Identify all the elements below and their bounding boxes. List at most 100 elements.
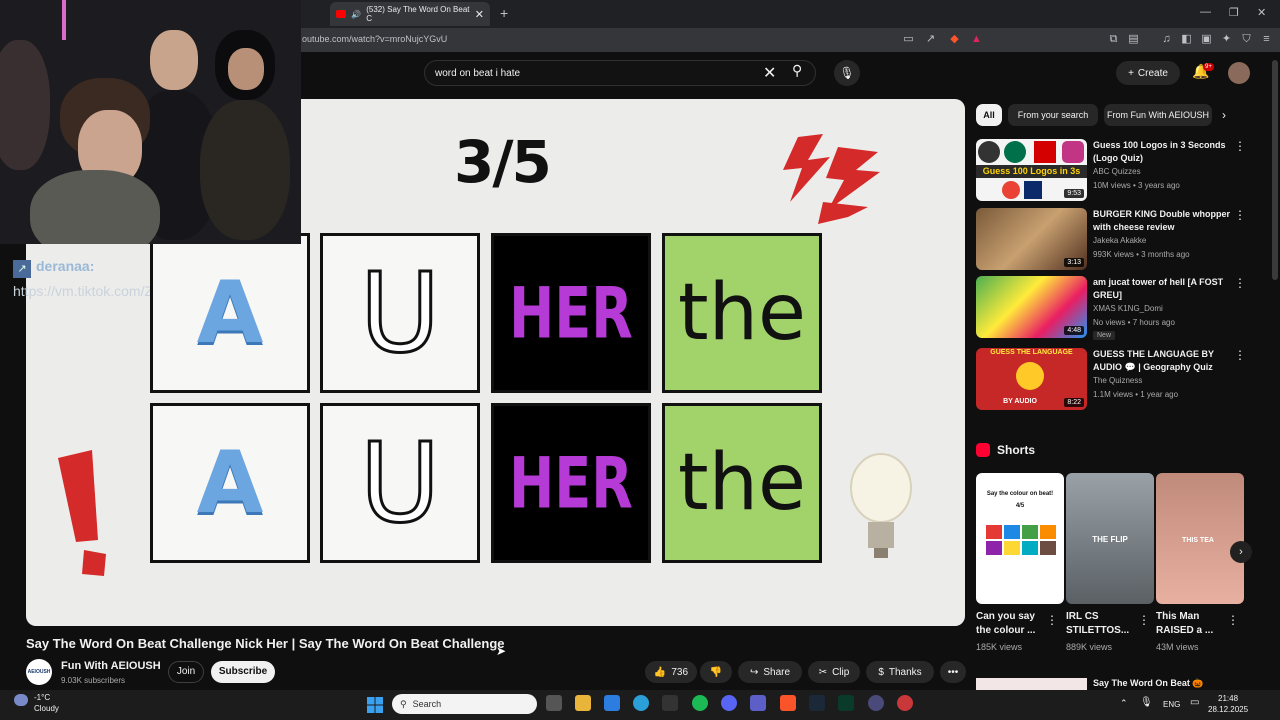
brave-rewards-icon[interactable]: ▲ bbox=[970, 33, 983, 46]
extensions-icon[interactable]: ⧉ bbox=[1107, 33, 1120, 46]
like-button[interactable]: 👍 736 bbox=[645, 661, 697, 683]
youtube-favicon-icon bbox=[336, 10, 347, 18]
file-explorer-icon[interactable] bbox=[575, 695, 591, 711]
teams-icon[interactable] bbox=[750, 695, 766, 711]
taskbar-search[interactable]: ⚲ Search bbox=[392, 694, 537, 714]
account-avatar[interactable] bbox=[1228, 62, 1250, 84]
search-icon: ⚲ bbox=[400, 698, 407, 709]
mic-tray-icon[interactable]: 🎙 bbox=[1140, 697, 1153, 708]
clock-date[interactable]: 28.12.2025 bbox=[1208, 705, 1248, 714]
network-icon[interactable]: ▭ bbox=[1190, 697, 1199, 708]
short-thumbnail[interactable]: Say the colour on beat! 4/5 bbox=[976, 473, 1064, 604]
short-title[interactable]: IRL CS STILETTOS... bbox=[1066, 610, 1142, 638]
short-title[interactable]: Can you say the colour ... bbox=[976, 610, 1052, 638]
url-field[interactable]: outube.com/watch?v=mroNujcYGvU bbox=[302, 34, 447, 44]
short-title[interactable]: This Man RAISED a ... bbox=[1156, 610, 1232, 638]
spotify-icon[interactable] bbox=[692, 695, 708, 711]
chip-from-search[interactable]: From your search bbox=[1008, 104, 1098, 126]
thumbnail-caption: GUESS THE LANGUAGE bbox=[990, 349, 1073, 356]
store-icon[interactable] bbox=[604, 695, 620, 711]
more-actions-button[interactable]: ••• bbox=[940, 661, 966, 683]
language-indicator[interactable]: ENG bbox=[1163, 700, 1180, 709]
video-thumbnail: 3:13 bbox=[976, 208, 1087, 270]
chevron-up-icon[interactable]: ⌃ bbox=[1120, 698, 1128, 709]
video-thumbnail: 4:48 bbox=[976, 276, 1087, 338]
short-views: 889K views bbox=[1066, 642, 1113, 652]
task-view-icon[interactable] bbox=[546, 695, 562, 711]
menu-icon[interactable]: ≡ bbox=[1260, 33, 1273, 46]
more-vert-icon[interactable]: ⋮ bbox=[1234, 139, 1246, 153]
chevron-right-icon[interactable]: › bbox=[1222, 108, 1226, 122]
thanks-button[interactable]: $ Thanks bbox=[866, 661, 934, 683]
chevron-right-icon[interactable]: › bbox=[1230, 541, 1252, 563]
video-title[interactable]: Say The Word On Beat 🎃 bbox=[1093, 678, 1204, 689]
cast-icon[interactable]: ▭ bbox=[902, 33, 915, 46]
short-thumbnail[interactable]: THE FLIP bbox=[1066, 473, 1154, 604]
dislike-button[interactable]: 👎 bbox=[700, 661, 732, 683]
recommendation-item[interactable]: 4:48 am jucat tower of hell [A FOST GREU… bbox=[976, 276, 1266, 340]
scrollbar[interactable] bbox=[1272, 60, 1278, 280]
share-label: Share bbox=[763, 666, 791, 678]
epic-games-icon[interactable] bbox=[662, 695, 678, 711]
more-vert-icon[interactable]: ⋮ bbox=[1234, 276, 1246, 290]
channel-name: ABC Quizzes bbox=[1093, 167, 1141, 176]
weather-icon[interactable] bbox=[14, 694, 28, 706]
search-icon[interactable]: ⚲ bbox=[792, 62, 802, 79]
more-vert-icon[interactable]: ⋮ bbox=[1227, 613, 1239, 627]
chip-all[interactable]: All bbox=[976, 104, 1002, 126]
new-tab-button[interactable]: + bbox=[500, 5, 508, 21]
channel-avatar[interactable]: AEIOUSH bbox=[26, 659, 52, 685]
tile-text: the bbox=[677, 268, 806, 358]
brave-icon[interactable] bbox=[780, 695, 796, 711]
tile-u: U bbox=[320, 403, 480, 563]
channel-name[interactable]: Fun With AEIOUSH bbox=[61, 660, 161, 672]
round-counter: 3/5 bbox=[454, 128, 552, 196]
video-title: Guess 100 Logos in 3 Seconds (Logo Quiz) bbox=[1093, 140, 1226, 163]
browser-tab[interactable]: 🔊 (532) Say The Word On Beat C ✕ bbox=[330, 2, 490, 26]
vpn-icon[interactable]: ⛉ bbox=[1240, 33, 1253, 46]
reader-icon[interactable]: ▤ bbox=[1127, 33, 1140, 46]
search-input[interactable]: word on beat i hate bbox=[424, 60, 816, 86]
taskbar-search-label: Search bbox=[412, 699, 442, 709]
obs-icon[interactable] bbox=[897, 695, 913, 711]
discord-icon[interactable] bbox=[721, 695, 737, 711]
plus-icon: + bbox=[1128, 67, 1134, 79]
mouse-cursor-icon: ➤ bbox=[496, 644, 507, 658]
recommendation-item[interactable]: 3:13 BURGER KING Double whopper with che… bbox=[976, 208, 1266, 272]
wallet-icon[interactable]: ▣ bbox=[1200, 33, 1213, 46]
brave-shield-icon[interactable]: ◆ bbox=[948, 33, 961, 46]
channel-name: The Quizness bbox=[1093, 376, 1143, 385]
tab-close-icon[interactable]: ✕ bbox=[475, 8, 484, 21]
app-icon[interactable] bbox=[868, 695, 884, 711]
more-vert-icon[interactable]: ⋮ bbox=[1046, 613, 1058, 627]
microphone-icon[interactable]: 🎙 bbox=[834, 60, 860, 86]
recommendation-item[interactable]: Guess 100 Logos in 3s 9:53 Guess 100 Log… bbox=[976, 139, 1266, 203]
share-page-icon[interactable]: ↗ bbox=[924, 33, 937, 46]
clock-time[interactable]: 21:48 bbox=[1218, 694, 1238, 703]
windows-start-icon[interactable] bbox=[367, 697, 383, 713]
window-close-icon[interactable]: ✕ bbox=[1257, 6, 1266, 19]
maximize-icon[interactable]: ❐ bbox=[1229, 6, 1239, 19]
steam-icon[interactable] bbox=[809, 695, 825, 711]
telegram-icon[interactable] bbox=[633, 695, 649, 711]
terminal-icon[interactable] bbox=[838, 695, 854, 711]
media-icon[interactable]: ♫ bbox=[1160, 33, 1173, 46]
join-button[interactable]: Join bbox=[168, 661, 204, 683]
recommendation-item[interactable]: GUESS THE LANGUAGE BY AUDIO 8:22 GUESS T… bbox=[976, 348, 1266, 412]
clip-button[interactable]: ✂ Clip bbox=[808, 661, 860, 683]
more-vert-icon[interactable]: ⋮ bbox=[1234, 208, 1246, 222]
more-vert-icon[interactable]: ⋮ bbox=[1234, 348, 1246, 362]
subscribe-button[interactable]: Subscribe bbox=[211, 661, 275, 683]
more-vert-icon[interactable]: ⋮ bbox=[1138, 613, 1150, 627]
video-title: Say The Word On Beat Challenge Nick Her … bbox=[26, 636, 505, 651]
thumbnail-caption: Guess 100 Logos in 3s bbox=[976, 165, 1087, 178]
leo-icon[interactable]: ✦ bbox=[1220, 33, 1233, 46]
short-views: 43M views bbox=[1156, 642, 1199, 652]
chip-from-channel[interactable]: From Fun With AEIOUSH bbox=[1104, 104, 1212, 126]
create-button[interactable]: + Create bbox=[1116, 61, 1180, 85]
sidebar-icon[interactable]: ◧ bbox=[1180, 33, 1193, 46]
short-thumbnail[interactable]: THIS TEA bbox=[1156, 473, 1244, 604]
share-button[interactable]: ↪ Share bbox=[738, 661, 802, 683]
minimize-icon[interactable]: — bbox=[1200, 6, 1211, 18]
clear-search-icon[interactable]: ✕ bbox=[763, 63, 776, 83]
